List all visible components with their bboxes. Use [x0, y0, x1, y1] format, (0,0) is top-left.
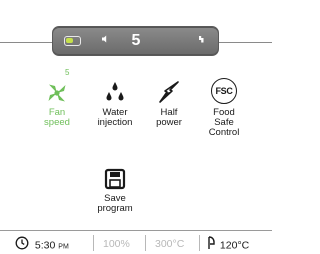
water-drops-icon [106, 82, 124, 101]
status-probe-temperature[interactable]: 120°C [206, 236, 249, 252]
time-value: 5:30 [34, 239, 56, 252]
fsc-icon-text: FSC [215, 86, 233, 96]
toggle-fill [66, 38, 73, 43]
fan-speed-label: Fan speed [44, 107, 70, 128]
toggle-switch[interactable] [64, 36, 81, 46]
time-suffix: PM [58, 243, 69, 251]
status-separator [93, 235, 94, 251]
save-program-option[interactable]: Save program [83, 154, 147, 214]
status-set-temperature[interactable]: 300°C [155, 236, 184, 252]
floppy-disk-icon [104, 168, 126, 190]
probe-temp-value: 120°C [219, 239, 250, 252]
bottom-divider [0, 230, 272, 231]
oven-settings-screen: 5 5 Fan speed Water injection Half power… [0, 0, 272, 254]
fsc-icon: FSC [211, 78, 237, 104]
status-separator [145, 235, 146, 251]
probe-icon [208, 236, 215, 249]
status-separator [199, 235, 200, 251]
clock-icon [15, 236, 29, 250]
lightning-icon [159, 81, 179, 103]
volume-down-icon [102, 35, 107, 43]
increase-button[interactable] [195, 34, 209, 48]
save-program-label: Save program [97, 193, 133, 214]
fan-speed-option[interactable]: 5 Fan speed [25, 68, 89, 128]
food-safe-control-option[interactable]: FSC Food Safe Control [192, 68, 256, 138]
fan-speed-badge: 5 [65, 68, 70, 77]
volume-up-icon [199, 36, 204, 43]
status-time[interactable]: 5:30 PM [15, 236, 69, 252]
fan-icon [48, 84, 66, 102]
decrease-button[interactable] [97, 34, 111, 48]
food-safe-control-label: Food Safe Control [208, 107, 240, 138]
stepper-value: 5 [131, 32, 141, 49]
value-stepper[interactable]: 5 [52, 26, 219, 56]
status-power[interactable]: 100% [103, 236, 130, 252]
